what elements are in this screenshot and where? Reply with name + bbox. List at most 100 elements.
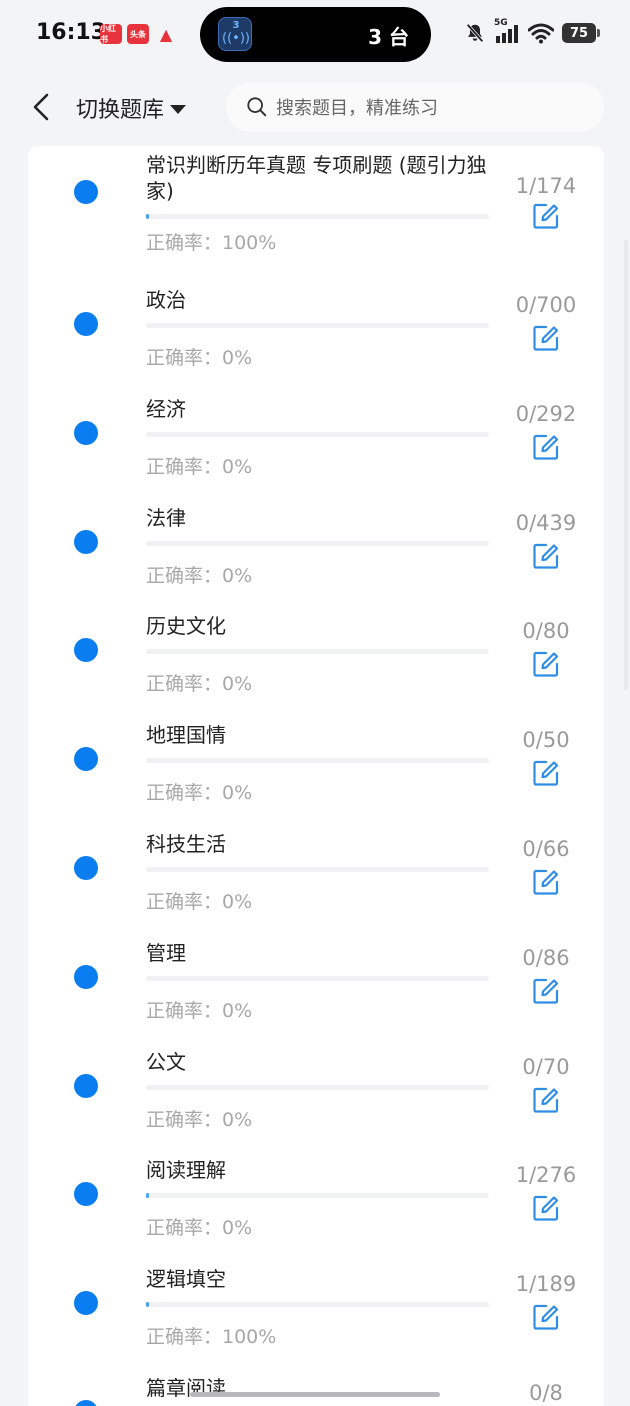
progress-bar	[146, 1084, 489, 1090]
status-dot	[74, 1291, 98, 1316]
edit-icon	[533, 543, 559, 569]
progress-bar	[146, 431, 489, 437]
bell-muted-icon	[466, 23, 484, 43]
practice-button[interactable]	[532, 977, 560, 1005]
progress-count: 0/66	[522, 837, 570, 861]
list-item[interactable]: 地理国情 正确率：0% 0/50	[28, 690, 604, 804]
progress-bar	[146, 214, 489, 219]
practice-button[interactable]	[532, 433, 560, 461]
item-title: 常识判断历年真题 专项刷题 (题引力独家)	[146, 153, 487, 203]
nav-bar: 切换题库 搜索题目，精准练习	[0, 68, 630, 146]
status-dot	[74, 312, 98, 336]
status-time: 16:13	[36, 20, 107, 45]
item-title: 法律	[146, 505, 186, 530]
status-dot	[74, 856, 98, 880]
progress-fill	[146, 1193, 149, 1199]
progress-bar	[146, 1193, 489, 1199]
search-input[interactable]: 搜索题目，精准练习	[226, 82, 604, 132]
list-item[interactable]: 阅读理解 正确率：0% 1/276	[28, 1125, 604, 1239]
item-title: 政治	[146, 288, 186, 312]
status-dot	[74, 638, 98, 663]
edit-icon	[533, 652, 559, 677]
progress-bar	[146, 758, 489, 764]
wifi-icon	[528, 23, 554, 44]
progress-fill	[146, 1302, 149, 1308]
progress-bar	[146, 975, 489, 981]
progress-bar	[146, 1302, 489, 1308]
chevron-left-icon	[33, 93, 49, 121]
progress-count: 1/276	[515, 1163, 577, 1188]
list-item[interactable]: 历史文化 正确率：0% 0/80	[28, 581, 604, 695]
item-title: 经济	[146, 396, 186, 421]
switch-bank-dropdown[interactable]: 切换题库	[76, 92, 187, 124]
practice-button[interactable]	[532, 759, 560, 787]
item-title: 逻辑填空	[146, 1267, 226, 1292]
practice-button[interactable]	[532, 542, 560, 570]
list-item[interactable]: 经济 正确率：0% 0/292	[28, 364, 604, 478]
status-dot	[74, 420, 98, 445]
practice-button[interactable]	[532, 650, 560, 678]
caret-down-icon	[170, 104, 187, 114]
search-placeholder: 搜索题目，精准练习	[276, 98, 438, 119]
toutiao-notification-icon: 头条	[127, 24, 149, 44]
practice-button[interactable]	[532, 1303, 560, 1331]
progress-bar	[146, 649, 489, 655]
item-title: 公文	[146, 1049, 186, 1074]
battery-icon: 75	[562, 23, 600, 43]
edit-icon	[533, 1305, 559, 1330]
edit-icon	[533, 869, 559, 895]
edit-icon	[533, 203, 559, 229]
progress-count: 0/439	[515, 510, 577, 535]
signal-icon: 5G	[494, 18, 520, 44]
progress-count: 0/8	[529, 1381, 563, 1405]
list-item[interactable]: 科技生活 正确率：0% 0/66	[28, 799, 604, 913]
list-item[interactable]: 法律 正确率：0% 0/439	[28, 473, 604, 587]
progress-fill	[146, 214, 149, 219]
list-item[interactable]: 政治 正确率：0% 0/700	[28, 255, 604, 369]
status-bar: 16:13 小红书 头条 ▲ 3 ((•)) 3 台 5G 75	[0, 0, 630, 68]
home-indicator[interactable]	[190, 1392, 440, 1397]
progress-count: 1/174	[515, 174, 577, 198]
progress-count: 0/50	[522, 728, 570, 753]
item-title: 阅读理解	[146, 1158, 226, 1183]
edit-icon	[533, 1196, 559, 1221]
broadcast-icon: ((•))	[222, 31, 250, 46]
status-dot	[74, 1400, 98, 1406]
list-item[interactable]: 公文 正确率：0% 0/70	[28, 1017, 604, 1131]
island-text: 3 台	[368, 25, 409, 49]
edit-icon	[533, 1087, 559, 1113]
edit-icon	[533, 761, 559, 786]
edit-icon	[533, 325, 559, 351]
xiaohongshu-notification-icon: 小红书	[100, 24, 122, 44]
practice-button[interactable]	[532, 202, 560, 230]
practice-button[interactable]	[532, 1194, 560, 1222]
practice-button[interactable]	[532, 1086, 560, 1114]
scroll-track	[624, 240, 628, 690]
item-title: 篇章阅读	[146, 1376, 226, 1400]
status-dot	[74, 529, 98, 554]
app-notification-icon: ▲	[159, 24, 173, 44]
cast-app-icon: 3 ((•))	[218, 17, 252, 51]
item-title: 地理国情	[146, 723, 226, 748]
progress-count: 0/70	[522, 1054, 570, 1079]
cast-app-number: 3	[232, 20, 240, 31]
list-item[interactable]: 常识判断历年真题 专项刷题 (题引力独家) 正确率：100% 1/174	[28, 146, 604, 254]
accuracy-rate: 正确率：100%	[146, 232, 277, 254]
list-item[interactable]: 逻辑填空 正确率：100% 1/189	[28, 1234, 604, 1348]
progress-count: 1/189	[515, 1272, 577, 1297]
progress-count: 0/292	[515, 401, 577, 426]
back-button[interactable]	[26, 90, 56, 124]
practice-button[interactable]	[532, 324, 560, 352]
status-dot	[74, 1073, 98, 1098]
status-icons: 5G 75	[464, 18, 600, 44]
list-item[interactable]: 管理 正确率：0% 0/86	[28, 908, 604, 1022]
item-title: 管理	[146, 940, 186, 965]
edit-icon	[533, 978, 559, 1004]
item-title: 历史文化	[146, 614, 226, 639]
dynamic-island[interactable]: 3 ((•)) 3 台	[200, 7, 431, 62]
practice-button[interactable]	[532, 868, 560, 896]
status-dot	[74, 747, 98, 772]
progress-bar	[146, 540, 489, 546]
search-icon	[247, 97, 267, 117]
status-dot	[74, 180, 98, 204]
